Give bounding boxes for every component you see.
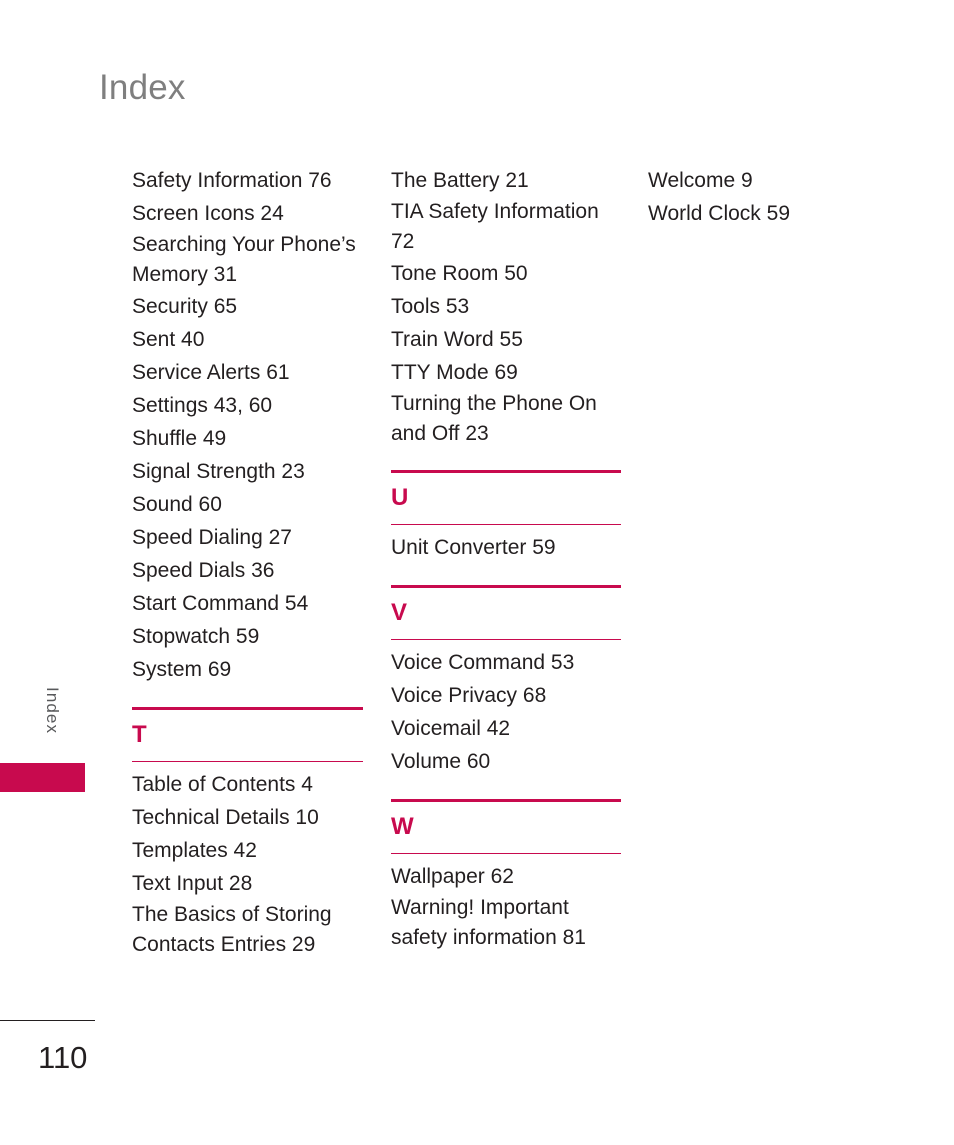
index-entry: Table of Contents 4 bbox=[132, 773, 313, 796]
index-section-w: W Wallpaper 62 Warning! Important safety i… bbox=[391, 799, 621, 953]
index-entry: Templates 42 bbox=[132, 839, 257, 862]
index-entry: Voice Privacy 68 bbox=[391, 684, 547, 707]
index-entry: Text Input 28 bbox=[132, 872, 253, 895]
column-1: Safety Information 76 Screen Icons 24 Sear… bbox=[132, 164, 363, 960]
index-entry: Volume 60 bbox=[391, 750, 491, 773]
side-tab: Index bbox=[0, 660, 96, 800]
index-entry: TTY Mode 69 bbox=[391, 361, 518, 384]
page-number: 110 bbox=[38, 1040, 88, 1075]
index-entry: Voice Command 53 bbox=[391, 651, 575, 674]
index-entry: Turning the Phone On and Off 23 bbox=[391, 392, 597, 445]
index-entry: Tools 53 bbox=[391, 295, 470, 318]
index-entry: Speed Dials 36 bbox=[132, 559, 275, 582]
index-section-v: V Voice Command 53 Voice Privacy 68 Voicema… bbox=[391, 585, 621, 778]
footer-divider bbox=[0, 1020, 95, 1021]
index-entry-list: Safety Information 76 Screen Icons 24 Sear… bbox=[132, 164, 363, 686]
column-2: The Battery 21 TIA Safety Information 72 T… bbox=[391, 164, 621, 953]
index-entry: Start Command 54 bbox=[132, 592, 309, 615]
index-section-u: U Unit Converter 59 bbox=[391, 470, 621, 564]
index-entry: Welcome 9 bbox=[648, 169, 753, 192]
section-letter: W bbox=[391, 813, 414, 840]
index-entry: Sent 40 bbox=[132, 328, 205, 351]
section-entry-list: Table of Contents 4 Technical Details 10 T… bbox=[132, 762, 363, 960]
index-entry: The Battery 21 bbox=[391, 169, 529, 192]
index-section-t: T Table of Contents 4 Technical Details 10… bbox=[132, 707, 363, 960]
index-entry: Screen Icons 24 bbox=[132, 202, 284, 225]
index-entry: Security 65 bbox=[132, 295, 238, 318]
section-letter: U bbox=[391, 484, 409, 511]
index-entry: Safety Information 76 bbox=[132, 169, 332, 192]
index-entry: Settings 43, 60 bbox=[132, 394, 273, 417]
side-tab-color-block bbox=[0, 763, 85, 792]
index-entry: Sound 60 bbox=[132, 493, 222, 516]
index-entry: System 69 bbox=[132, 658, 232, 681]
index-entry: The Basics of Storing Contacts Entries 2… bbox=[132, 903, 332, 956]
index-entry: Searching Your Phone’s Memory 31 bbox=[132, 233, 356, 286]
section-entry-list: Wallpaper 62 Warning! Important safety in… bbox=[391, 854, 621, 953]
index-entry: Speed Dialing 27 bbox=[132, 526, 292, 549]
index-entry: World Clock 59 bbox=[648, 202, 790, 225]
index-entry: Technical Details 10 bbox=[132, 806, 319, 829]
index-entry: Train Word 55 bbox=[391, 328, 523, 351]
index-entry: Service Alerts 61 bbox=[132, 361, 290, 384]
index-entry-list: Welcome 9 World Clock 59 bbox=[648, 164, 878, 230]
page-title: Index bbox=[99, 68, 186, 107]
column-3: Welcome 9 World Clock 59 bbox=[648, 164, 878, 230]
index-entry-list: The Battery 21 TIA Safety Information 72 T… bbox=[391, 164, 621, 449]
index-entry: Warning! Important safety information 81 bbox=[391, 896, 586, 949]
index-entry: Signal Strength 23 bbox=[132, 460, 305, 483]
index-entry: Stopwatch 59 bbox=[132, 625, 260, 648]
index-entry: Voicemail 42 bbox=[391, 717, 511, 740]
section-entry-list: Unit Converter 59 bbox=[391, 525, 621, 564]
index-entry: Unit Converter 59 bbox=[391, 536, 556, 559]
section-letter: T bbox=[132, 721, 147, 748]
side-tab-label: Index bbox=[43, 687, 62, 735]
section-letter: V bbox=[391, 599, 408, 626]
section-entry-list: Voice Command 53 Voice Privacy 68 Voicemai… bbox=[391, 640, 621, 778]
index-entry: Shuffle 49 bbox=[132, 427, 227, 450]
index-entry: Tone Room 50 bbox=[391, 262, 528, 285]
index-entry: TIA Safety Information 72 bbox=[391, 200, 599, 253]
index-entry: Wallpaper 62 bbox=[391, 865, 514, 888]
